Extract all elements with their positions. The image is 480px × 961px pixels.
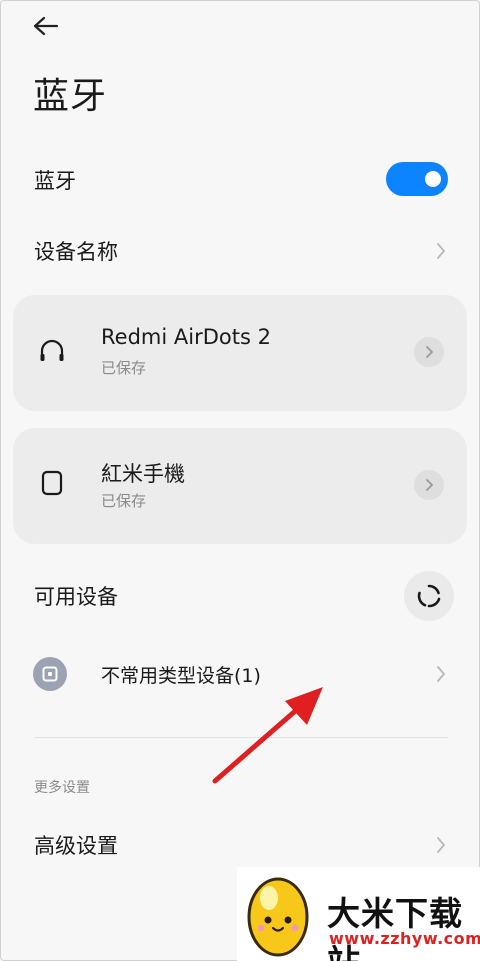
watermark-url: www.zzhyw.com	[329, 929, 480, 948]
device-icon	[33, 657, 67, 691]
device-status: 已保存	[101, 359, 147, 377]
bluetooth-toggle[interactable]	[386, 162, 448, 196]
chevron-right-icon	[426, 346, 433, 358]
chevron-right-icon	[435, 835, 447, 855]
arrow-left-icon	[33, 16, 59, 36]
more-settings-section-label: 更多设置	[34, 780, 90, 796]
device-details-button[interactable]	[414, 337, 444, 367]
chevron-right-icon	[435, 241, 447, 261]
chevron-right-icon	[435, 664, 447, 684]
phone-icon	[37, 468, 67, 498]
egg-mascot-icon	[247, 877, 309, 957]
available-devices-label: 可用设备	[34, 585, 118, 609]
device-status: 已保存	[101, 492, 147, 510]
device-name: 紅米手機	[101, 462, 185, 486]
phone-screen: 蓝牙 蓝牙 设备名称 Redmi AirDots 2 已保存 紅米手機 已保存 …	[0, 0, 480, 961]
page-title: 蓝牙	[33, 76, 108, 117]
headphones-icon	[37, 335, 67, 365]
divider	[34, 737, 448, 738]
device-name: Redmi AirDots 2	[101, 325, 271, 349]
refresh-icon	[417, 584, 441, 608]
chevron-right-icon	[426, 479, 433, 491]
saved-device-card[interactable]: 紅米手機 已保存	[13, 428, 467, 544]
device-name-label: 设备名称	[34, 240, 118, 264]
advanced-settings-label: 高级设置	[34, 834, 118, 858]
watermark-brand: 大米下载站	[327, 894, 463, 961]
available-device-item[interactable]: 不常用类型设备(1)	[1, 653, 480, 695]
device-details-button[interactable]	[414, 470, 444, 500]
watermark: 大米下载站 www.zzhyw.com	[237, 867, 480, 961]
available-device-name: 不常用类型设备(1)	[101, 664, 261, 687]
advanced-settings-row[interactable]: 高级设置	[1, 825, 480, 865]
bluetooth-label: 蓝牙	[34, 169, 76, 193]
device-name-row[interactable]: 设备名称	[1, 231, 480, 271]
toggle-knob	[425, 171, 441, 187]
back-button[interactable]	[31, 11, 65, 41]
refresh-button[interactable]	[404, 571, 454, 621]
saved-device-card[interactable]: Redmi AirDots 2 已保存	[13, 295, 467, 411]
